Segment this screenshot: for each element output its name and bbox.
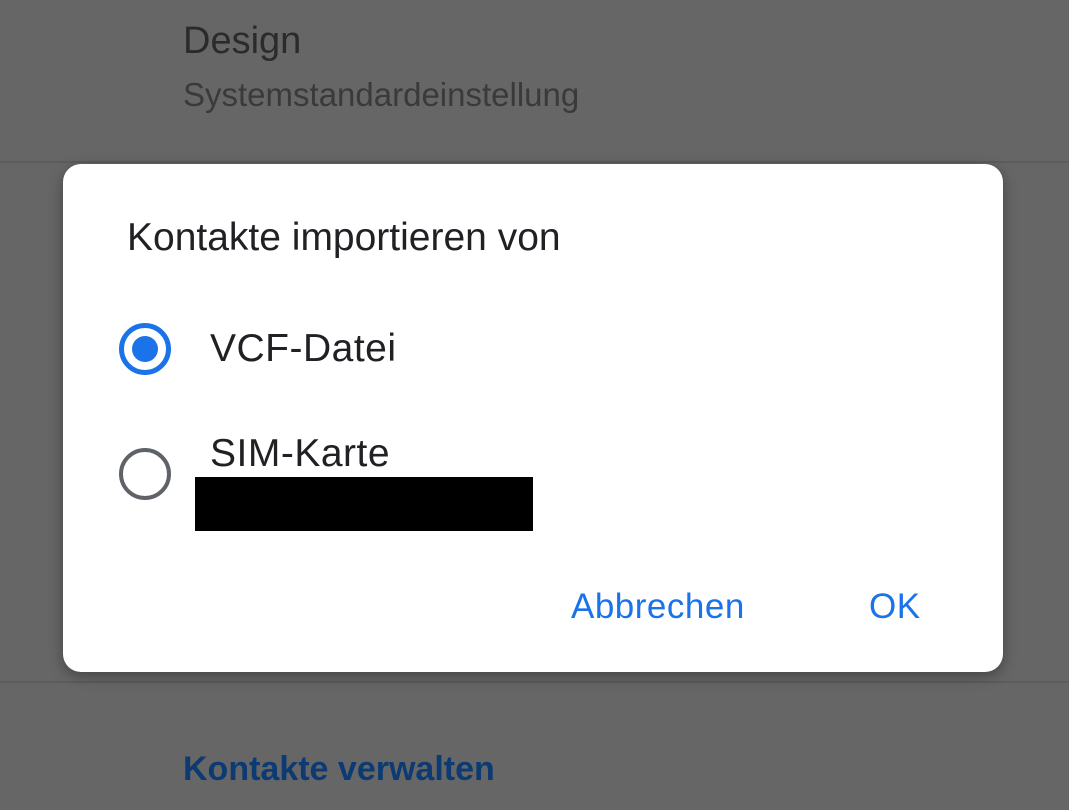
- ok-button[interactable]: OK: [869, 582, 921, 632]
- radio-checked-icon[interactable]: [119, 323, 171, 375]
- radio-unchecked-icon[interactable]: [119, 448, 171, 500]
- design-setting-title: Design: [183, 20, 302, 62]
- option-sim-card[interactable]: SIM-Karte: [63, 418, 1003, 531]
- redacted-block: [195, 477, 533, 531]
- divider: [0, 161, 1069, 163]
- dialog-title: Kontakte importieren von: [127, 216, 561, 259]
- import-contacts-dialog: Kontakte importieren von VCF-Datei SIM-K…: [63, 164, 1003, 672]
- design-setting-value: Systemstandardeinstellung: [183, 76, 580, 113]
- option-label-sim: SIM-Karte: [210, 432, 391, 475]
- radio-dot: [132, 336, 158, 362]
- dialog-actions: Abbrechen OK: [63, 582, 1003, 632]
- option-vcf-file[interactable]: VCF-Datei: [63, 295, 1003, 405]
- option-label-vcf: VCF-Datei: [210, 327, 397, 370]
- manage-contacts-link: Kontakte verwalten: [183, 750, 495, 788]
- divider: [0, 681, 1069, 683]
- cancel-button[interactable]: Abbrechen: [571, 582, 745, 632]
